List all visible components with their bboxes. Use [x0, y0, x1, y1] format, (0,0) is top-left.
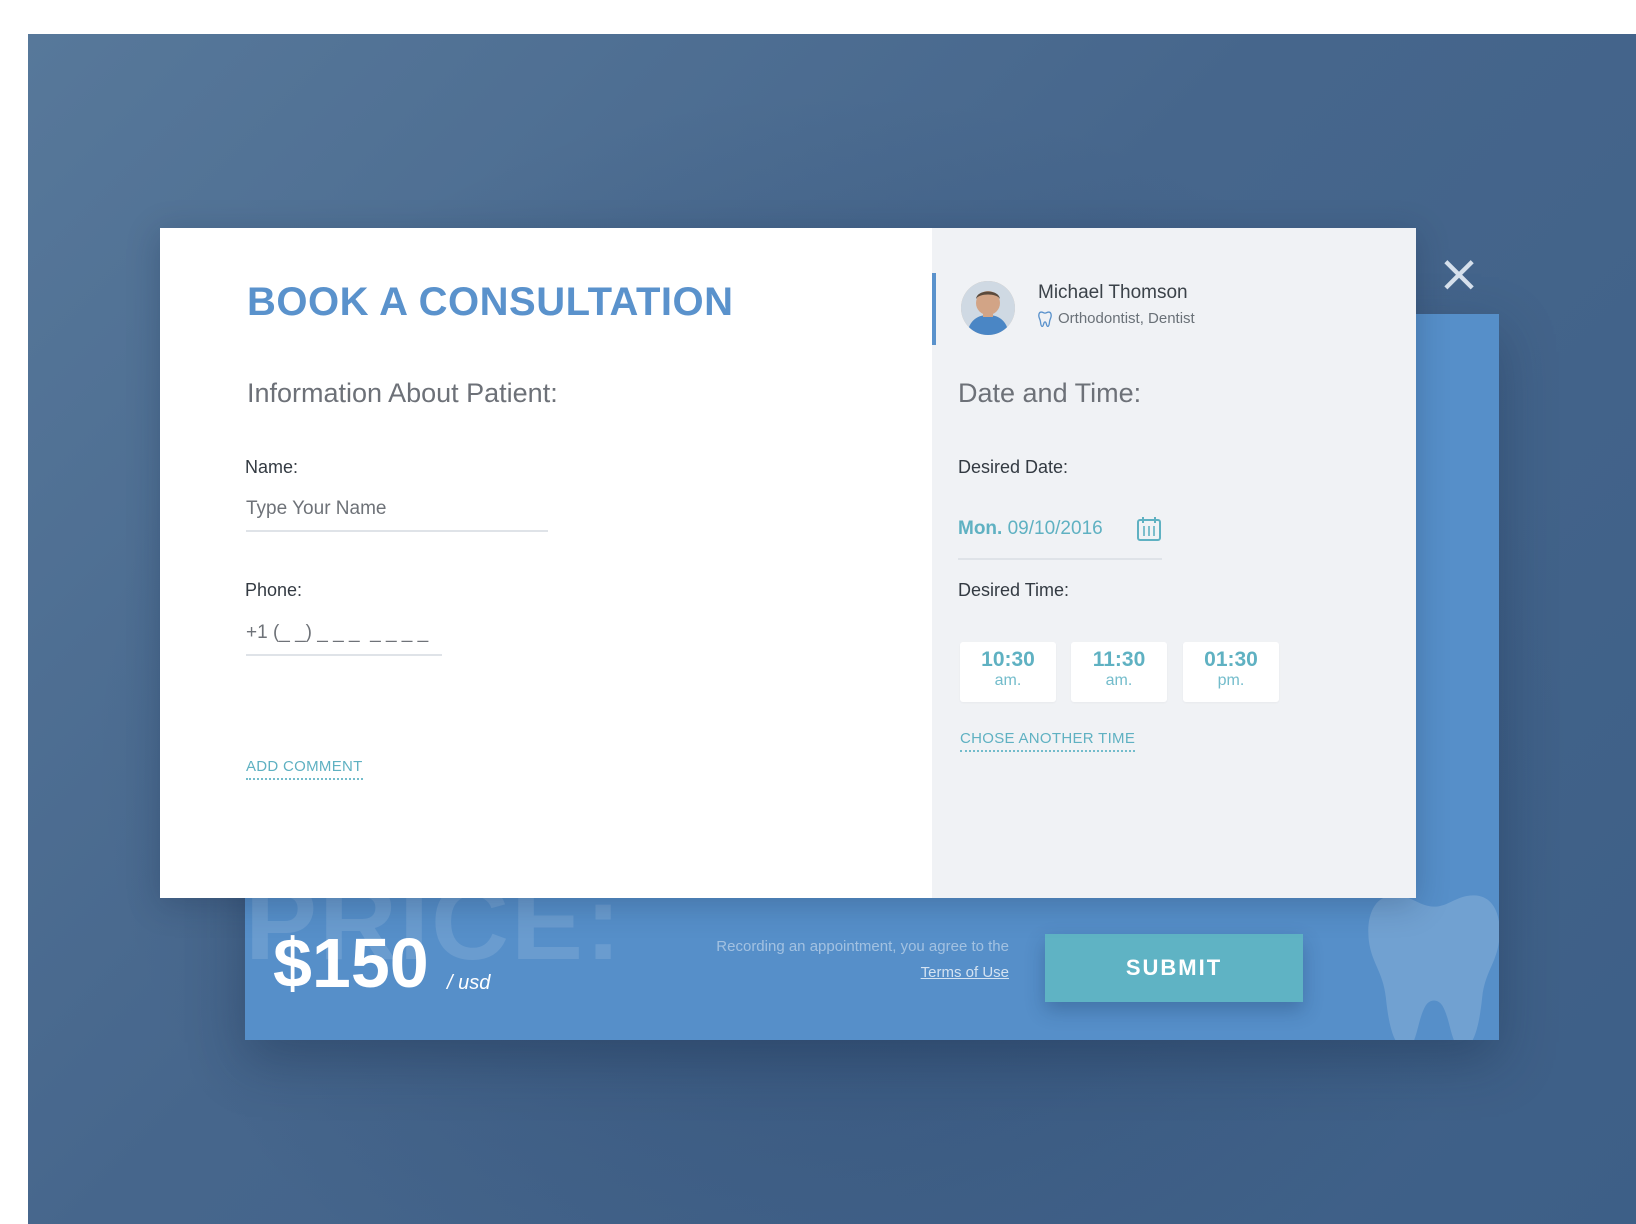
choose-another-time-link[interactable]: CHOSE ANOTHER TIME [960, 730, 1136, 752]
doctor-specialty-text: Orthodontist, Dentist [1058, 310, 1195, 327]
name-input[interactable] [246, 498, 548, 532]
calendar-icon[interactable] [1136, 516, 1162, 542]
booking-card: BOOK A CONSULTATION Information About Pa… [160, 228, 1416, 898]
time-slot-3[interactable]: 01:30 pm. [1183, 642, 1279, 702]
submit-button[interactable]: SUBMIT [1045, 934, 1303, 1002]
time-slot-1[interactable]: 10:30 am. [960, 642, 1056, 702]
doctor-accent-bar [932, 273, 936, 345]
phone-label: Phone: [245, 580, 303, 600]
tooth-icon [1038, 310, 1052, 327]
avatar-image [961, 281, 1015, 335]
time-slot-period: am. [1105, 672, 1133, 689]
doctor-name: Michael Thomson [1038, 282, 1188, 303]
date-day: Mon. [958, 518, 1003, 539]
price-amount: $150 [273, 924, 429, 1002]
time-slot-2[interactable]: 11:30 am. [1071, 642, 1167, 702]
doctor-specialty: Orthodontist, Dentist [1038, 310, 1195, 327]
time-slot-period: am. [994, 672, 1022, 689]
page-title: BOOK A CONSULTATION [247, 280, 734, 324]
desired-date-label: Desired Date: [958, 457, 1069, 477]
add-comment-link[interactable]: ADD COMMENT [246, 758, 363, 780]
desired-date-value[interactable]: Mon. 09/10/2016 [958, 518, 1103, 540]
patient-section-heading: Information About Patient: [247, 378, 558, 408]
date-field-underline [958, 558, 1162, 560]
patient-info-pane: BOOK A CONSULTATION Information About Pa… [160, 228, 932, 898]
date-time-heading: Date and Time: [958, 378, 1142, 408]
date-number: 09/10/2016 [1007, 518, 1103, 539]
tooth-watermark-icon [1368, 895, 1499, 1040]
time-slot-time: 01:30 [1204, 648, 1258, 671]
time-slot-period: pm. [1217, 672, 1245, 689]
time-slot-time: 11:30 [1092, 648, 1146, 671]
terms-of-use-link[interactable]: Terms of Use [921, 964, 1009, 981]
desired-time-label: Desired Time: [958, 580, 1070, 600]
close-icon[interactable]: × [1436, 248, 1482, 300]
name-label: Name: [245, 457, 299, 477]
consent-line: Recording an appointment, you agree to t… [716, 938, 1009, 955]
date-time-pane: Michael Thomson Orthodontist, Dentist Da… [932, 228, 1416, 898]
phone-input[interactable] [246, 622, 442, 656]
consent-text: Recording an appointment, you agree to t… [716, 934, 1009, 986]
time-slot-time: 10:30 [981, 648, 1035, 671]
doctor-avatar [961, 281, 1015, 335]
price-unit: / usd [447, 972, 491, 994]
